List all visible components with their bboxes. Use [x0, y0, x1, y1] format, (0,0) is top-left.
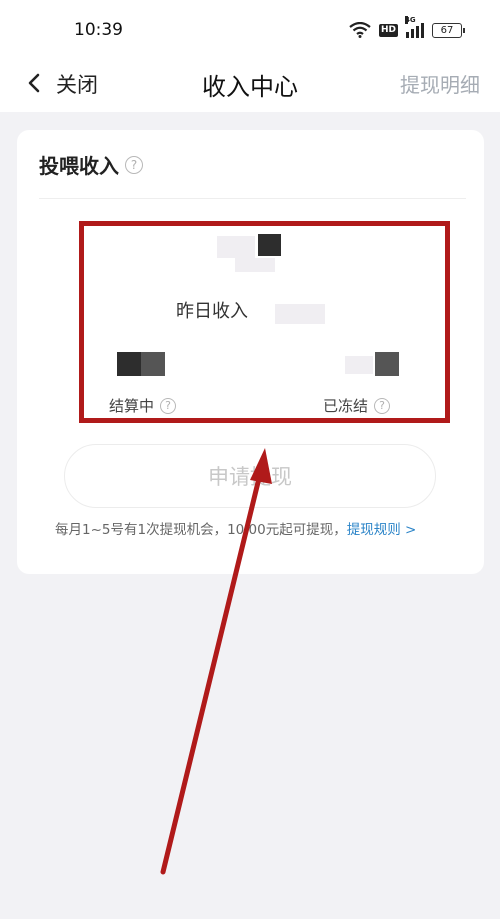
help-icon[interactable]: ? — [125, 155, 143, 174]
signal-icon: 4G — [405, 16, 424, 38]
status-bar: 10:39 HD 4G 67 — [0, 0, 500, 60]
hd-icon: HD — [378, 23, 398, 37]
withdraw-note: 每月1~5号有1次提现机会，10.00元起可提现，提现规则 > — [55, 518, 416, 538]
withdraw-details-link[interactable]: 提现明细 — [400, 69, 480, 98]
note-text: 每月1~5号有1次提现机会，10.00元起可提现， — [55, 522, 347, 538]
highlight-box — [79, 221, 450, 423]
network-type-label: 4G — [405, 16, 416, 24]
income-card: 投喂收入 ? 昨日收入 结算中 ? 已冻结 ? 申请提现 每月1~5号有1次提现… — [17, 130, 484, 574]
withdraw-button[interactable]: 申请提现 — [64, 444, 436, 508]
status-time: 10:39 — [74, 20, 123, 40]
card-title: 投喂收入 ? — [39, 150, 143, 179]
battery-icon: 67 — [432, 22, 465, 38]
withdraw-rules-link[interactable]: 提现规则 > — [347, 522, 417, 538]
wifi-icon — [349, 22, 371, 38]
nav-bar: 关闭 收入中心 提现明细 — [0, 60, 500, 112]
divider — [39, 198, 466, 199]
card-title-text: 投喂收入 — [39, 154, 119, 178]
battery-level: 67 — [440, 24, 454, 36]
status-icons: HD 4G 67 — [349, 16, 465, 38]
